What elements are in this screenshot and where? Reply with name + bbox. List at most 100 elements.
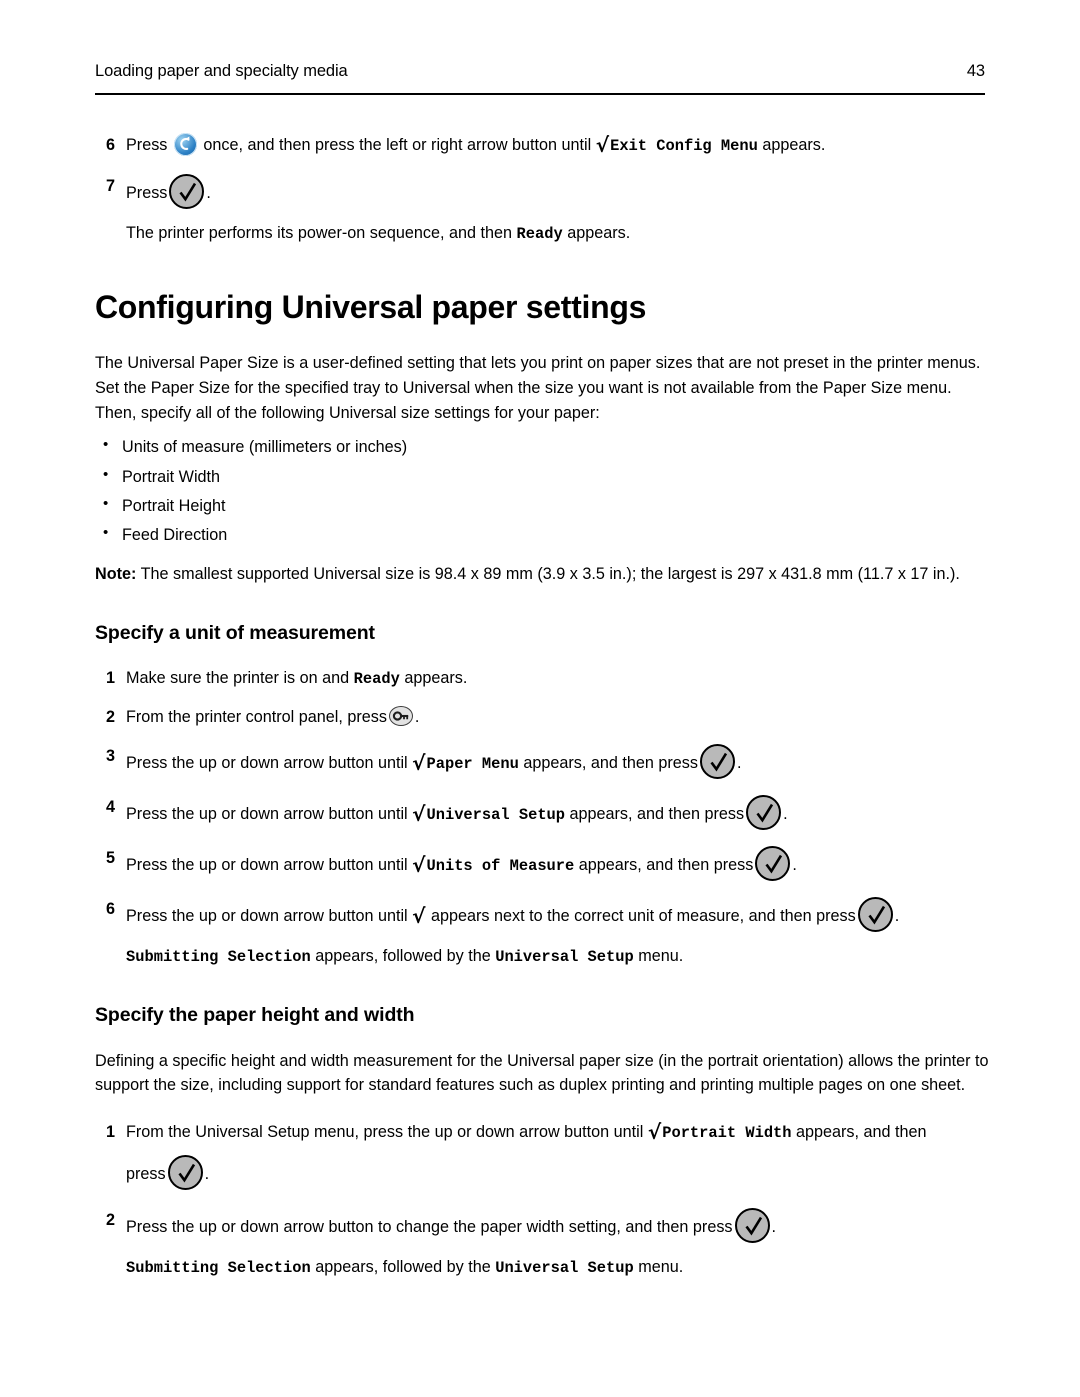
note-text: The smallest supported Universal size is… xyxy=(140,565,960,584)
step-item: 1 From the Universal Setup menu, press t… xyxy=(95,1120,993,1190)
result-prefix: The printer performs its power-on sequen… xyxy=(126,224,513,243)
note-paragraph: Note: The smallest supported Universal s… xyxy=(95,562,993,587)
select-checkmark-button-icon xyxy=(699,743,735,779)
select-checkmark-button-icon xyxy=(169,174,205,210)
document-page: Loading paper and specialty media 43 6 P… xyxy=(0,0,1080,1397)
list-item-label: Portrait Width xyxy=(122,467,221,486)
page-content: 6 Press once, and then press the left or… xyxy=(95,133,993,1286)
display-text: Submitting Selection xyxy=(126,947,311,966)
select-checkmark-button-icon xyxy=(755,845,791,881)
step-number: 6 xyxy=(105,899,115,918)
list-item: Portrait Width xyxy=(95,464,993,489)
step-result-text: The printer performs its power-on sequen… xyxy=(126,221,993,246)
step-item: 6 Press the up or down arrow button unti… xyxy=(95,896,993,969)
display-text: Ready xyxy=(353,670,400,689)
step-text-tail: . xyxy=(894,906,900,925)
step-number: 2 xyxy=(105,708,115,727)
step-body: Press the up or down arrow button until … xyxy=(126,845,993,881)
step-result-text: Submitting Selection appears, followed b… xyxy=(126,944,993,969)
display-text: Submitting Selection xyxy=(126,1258,311,1277)
step-text: Press the up or down arrow button to cha… xyxy=(126,1217,733,1236)
note-label: Note: xyxy=(95,565,137,584)
step-text-second-line: press xyxy=(126,1164,166,1183)
step-text-tail: . xyxy=(206,184,211,203)
step-body: Make sure the printer is on and Ready ap… xyxy=(126,666,993,691)
display-text: Units of Measure xyxy=(426,856,575,875)
step-body: Press once, and then press the left or r… xyxy=(126,133,826,157)
step-text-middle: appears, and then press xyxy=(569,804,745,823)
step-text-tail: . xyxy=(792,855,797,874)
header-divider xyxy=(95,93,985,95)
step-item: 1 Make sure the printer is on and Ready … xyxy=(95,666,993,691)
select-checkmark-button-icon xyxy=(746,794,782,830)
step-body: From the printer control panel, press . xyxy=(126,705,993,729)
list-item-label: Units of measure (millimeters or inches) xyxy=(122,438,408,457)
step-body: Press . The printer performs its power-o… xyxy=(126,174,993,246)
paper-size-steps: 1 From the Universal Setup menu, press t… xyxy=(95,1120,993,1280)
display-text: Universal Setup xyxy=(495,947,634,966)
step-body: Press the up or down arrow button until … xyxy=(126,794,993,830)
result-tail: menu. xyxy=(638,1257,684,1276)
step-text-middle: appears, and then xyxy=(796,1122,927,1141)
step-text: Press xyxy=(126,184,168,203)
step-item: 3 Press the up or down arrow button unti… xyxy=(95,743,993,779)
display-text: Ready xyxy=(516,225,563,244)
step-number: 3 xyxy=(105,746,115,765)
step-body: Press the up or down arrow button until … xyxy=(126,743,993,779)
display-text: Universal Setup xyxy=(495,1258,634,1277)
step-text-middle: appears next to the correct unit of meas… xyxy=(430,906,856,925)
display-text: Exit Config Menu xyxy=(610,137,758,155)
list-item: Portrait Height xyxy=(95,493,993,518)
step-number: 4 xyxy=(105,797,115,816)
step-body: Press the up or down arrow button until … xyxy=(126,896,993,969)
display-text: Portrait Width xyxy=(662,1123,792,1142)
step-text-tail: . xyxy=(736,753,742,772)
step-number: 2 xyxy=(105,1210,115,1229)
select-checkmark-button-icon xyxy=(857,896,893,932)
section-paragraph: Defining a specific height and width mea… xyxy=(95,1051,989,1095)
step-text: Make sure the printer is on and xyxy=(126,669,350,688)
step-item: 6 Press once, and then press the left or… xyxy=(95,133,993,158)
result-middle: appears, followed by the xyxy=(315,1257,491,1276)
select-checkmark-button-icon xyxy=(734,1207,770,1243)
step-text-continued: once, and then press the left or right a… xyxy=(203,136,592,154)
step-item: 2 Press the up or down arrow button to c… xyxy=(95,1207,993,1280)
display-text: Universal Setup xyxy=(426,805,566,824)
step-text-tail: . xyxy=(204,1164,210,1183)
select-checkmark-button-icon xyxy=(167,1154,203,1190)
step-text: From the Universal Setup menu, press the… xyxy=(126,1122,644,1141)
step-number: 1 xyxy=(105,1122,115,1141)
unit-of-measurement-steps: 1 Make sure the printer is on and Ready … xyxy=(95,666,993,969)
step-text: Press the up or down arrow button until xyxy=(126,753,408,772)
result-suffix: appears. xyxy=(567,224,631,243)
step-text: Press the up or down arrow button until xyxy=(126,855,408,874)
step-body: From the Universal Setup menu, press the… xyxy=(126,1120,993,1190)
menu-key-button-icon xyxy=(388,706,413,727)
step-number: 7 xyxy=(105,177,115,196)
page-title: Configuring Universal paper settings xyxy=(95,289,647,326)
step-item: 2 From the printer control panel, press … xyxy=(95,705,993,729)
section-heading-paper-height-width: Specify the paper height and width xyxy=(95,1003,415,1026)
step-body: Press the up or down arrow button to cha… xyxy=(126,1207,993,1280)
step-text-tail: . xyxy=(771,1217,777,1236)
header-title: Loading paper and specialty media xyxy=(95,62,348,80)
list-item: Feed Direction xyxy=(95,522,993,547)
step-text: Press xyxy=(126,136,168,154)
step-item: 4 Press the up or down arrow button unti… xyxy=(95,794,993,830)
step-text: Press the up or down arrow button until xyxy=(126,906,408,925)
step-item: 7 Press . The printer performs its power… xyxy=(95,174,993,246)
step-text-middle: appears, and then press xyxy=(523,753,698,772)
step-item: 5 Press the up or down arrow button unti… xyxy=(95,845,993,881)
list-item: Units of measure (millimeters or inches) xyxy=(95,434,993,459)
page-header: Loading paper and specialty media 43 xyxy=(95,62,985,81)
section-heading-unit-of-measurement: Specify a unit of measurement xyxy=(95,622,375,645)
step-text-tail: appears. xyxy=(404,669,468,688)
step-text-middle: appears, and then press xyxy=(578,855,754,874)
step-number: 6 xyxy=(105,136,115,154)
step-text: From the printer control panel, press xyxy=(126,708,387,727)
back-arrow-button-icon xyxy=(173,133,197,156)
result-middle: appears, followed by the xyxy=(315,946,491,965)
step-text-tail: . xyxy=(414,708,420,727)
step-text-tail: . xyxy=(783,804,788,823)
intro-paragraph: The Universal Paper Size is a user‑defin… xyxy=(95,354,981,422)
